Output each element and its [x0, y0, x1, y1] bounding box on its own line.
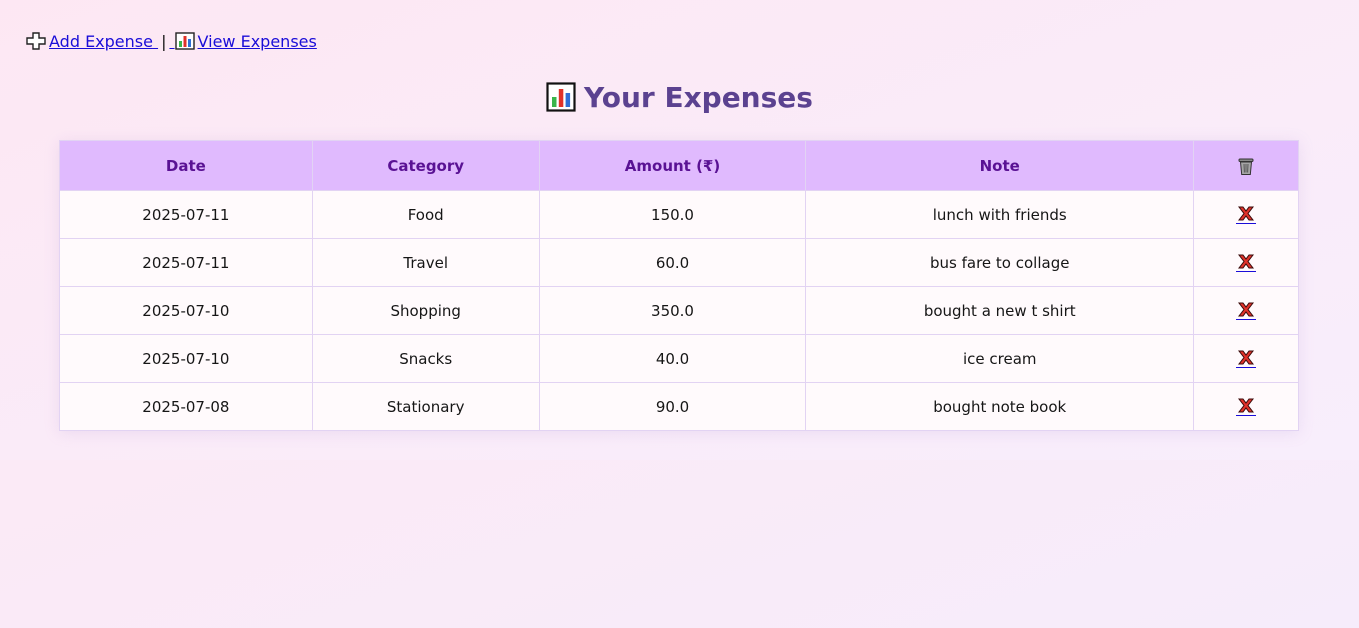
header-date: Date — [59, 140, 313, 191]
header-note: Note — [805, 140, 1195, 191]
cell-category: Food — [311, 190, 540, 239]
header-amount: Amount (₹) — [538, 140, 807, 191]
page-title: Your Expenses — [0, 80, 1359, 116]
delete-expense-link[interactable] — [1236, 397, 1257, 416]
cell-category: Stationary — [311, 382, 540, 431]
cross-mark-icon — [1238, 350, 1255, 365]
top-nav: Add Expense | View Expenses — [26, 31, 317, 53]
table-header-row: Date Category Amount (₹) Note — [59, 140, 1299, 191]
cross-mark-icon — [1238, 302, 1255, 317]
delete-expense-link[interactable] — [1236, 253, 1257, 272]
cross-mark-icon — [1238, 206, 1255, 221]
header-delete — [1193, 140, 1299, 191]
cell-category: Shopping — [311, 286, 540, 335]
header-category: Category — [311, 140, 540, 191]
table-row: 2025-07-08 Stationary 90.0 bought note b… — [59, 382, 1299, 431]
cell-amount: 90.0 — [538, 382, 807, 431]
cell-note: lunch with friends — [805, 190, 1195, 239]
heavy-plus-icon — [26, 32, 46, 50]
cell-date: 2025-07-10 — [59, 334, 313, 383]
cross-mark-icon — [1238, 254, 1255, 269]
cell-amount: 350.0 — [538, 286, 807, 335]
cell-delete — [1193, 190, 1299, 239]
add-expense-link[interactable]: Add Expense — [26, 32, 158, 51]
cell-date: 2025-07-08 — [59, 382, 313, 431]
cross-mark-icon — [1238, 398, 1255, 413]
cell-category: Travel — [311, 238, 540, 287]
view-expenses-label: View Expenses — [197, 32, 317, 51]
cell-delete — [1193, 334, 1299, 383]
cell-date: 2025-07-11 — [59, 238, 313, 287]
delete-expense-link[interactable] — [1236, 301, 1257, 320]
cell-amount: 40.0 — [538, 334, 807, 383]
page-title-text: Your Expenses — [584, 81, 813, 114]
bar-chart-icon — [546, 82, 576, 112]
cell-delete — [1193, 238, 1299, 287]
nav-separator: | — [161, 32, 167, 51]
cell-amount: 60.0 — [538, 238, 807, 287]
delete-expense-link[interactable] — [1236, 205, 1257, 224]
delete-expense-link[interactable] — [1236, 349, 1257, 368]
bar-chart-icon — [174, 32, 195, 50]
cell-date: 2025-07-10 — [59, 286, 313, 335]
add-expense-label: Add Expense — [49, 32, 153, 51]
view-expenses-link[interactable]: View Expenses — [169, 32, 317, 51]
cell-amount: 150.0 — [538, 190, 807, 239]
cell-note: bought a new t shirt — [805, 286, 1195, 335]
cell-delete — [1193, 286, 1299, 335]
cell-note: ice cream — [805, 334, 1195, 383]
cell-note: bus fare to collage — [805, 238, 1195, 287]
cell-category: Snacks — [311, 334, 540, 383]
table-row: 2025-07-10 Snacks 40.0 ice cream — [59, 334, 1299, 383]
cell-delete — [1193, 382, 1299, 431]
wastebasket-icon — [1238, 158, 1254, 175]
cell-date: 2025-07-11 — [59, 190, 313, 239]
table-row: 2025-07-11 Travel 60.0 bus fare to colla… — [59, 238, 1299, 287]
expenses-table: Date Category Amount (₹) Note 2025-07-11… — [59, 140, 1299, 431]
cell-note: bought note book — [805, 382, 1195, 431]
table-row: 2025-07-10 Shopping 350.0 bought a new t… — [59, 286, 1299, 335]
table-row: 2025-07-11 Food 150.0 lunch with friends — [59, 190, 1299, 239]
